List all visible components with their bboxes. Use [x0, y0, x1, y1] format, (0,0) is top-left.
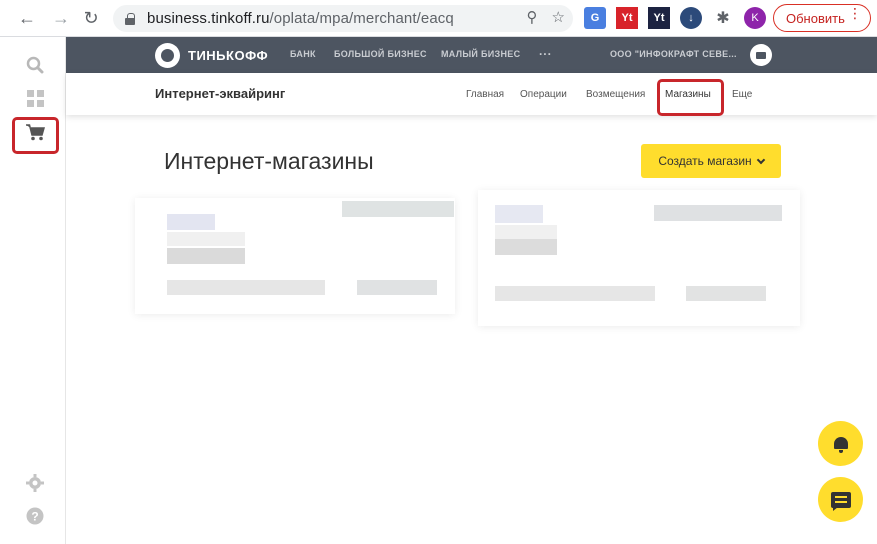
blurred-shop-id — [495, 239, 557, 255]
subnav-main[interactable]: Главная — [466, 89, 504, 100]
blurred-shop-name — [495, 205, 543, 223]
download-extension-icon[interactable]: ↓ — [680, 7, 702, 29]
briefcase-icon[interactable] — [750, 44, 772, 66]
forward-icon[interactable]: → — [46, 3, 76, 33]
search-icon[interactable] — [25, 55, 45, 75]
shops-highlight-frame — [657, 79, 724, 116]
tinkoff-logo-icon[interactable] — [155, 43, 180, 68]
blurred-shop-status — [342, 201, 454, 217]
browser-toolbar: ← → ↻ business.tinkoff.ru/oplata/mpa/mer… — [0, 0, 877, 37]
url-host: business.tinkoff.ru — [147, 10, 270, 27]
settings-gear-icon[interactable] — [25, 473, 45, 493]
update-label: Обновить — [786, 10, 845, 26]
help-icon[interactable]: ? — [25, 506, 45, 526]
subnav-reimbursements[interactable]: Возмещения — [586, 89, 645, 100]
shop-card[interactable] — [135, 198, 455, 314]
menu-dots-icon[interactable]: ⋮ — [848, 6, 862, 20]
company-name[interactable]: ООО "ИНФОКРАФТ СЕВЕ... — [610, 49, 737, 59]
shop-card[interactable] — [478, 190, 800, 326]
topnav-bank[interactable]: БАНК — [290, 49, 316, 59]
chevron-down-icon — [756, 155, 765, 164]
left-sidebar: ? — [0, 37, 66, 544]
blurred-shop-line — [495, 225, 557, 239]
blurred-shop-name — [167, 214, 215, 230]
yt-extension-dark-icon[interactable]: Yt — [648, 7, 670, 29]
notifications-button[interactable] — [818, 421, 863, 466]
chat-button[interactable] — [818, 477, 863, 522]
address-bar[interactable]: business.tinkoff.ru/oplata/mpa/merchant/… — [113, 5, 573, 32]
create-shop-button[interactable]: Создать магазин — [641, 144, 781, 178]
product-title[interactable]: Интернет-эквайринг — [155, 86, 285, 101]
blurred-shop-badges — [686, 286, 766, 301]
tinkoff-logo-text[interactable]: ТИНЬКОФФ — [188, 48, 268, 63]
url-path: /oplata/mpa/merchant/eacq — [269, 10, 454, 27]
back-icon[interactable]: ← — [12, 3, 42, 33]
blurred-shop-status — [654, 205, 782, 221]
create-shop-label: Создать магазин — [658, 154, 752, 168]
dashboard-icon[interactable] — [25, 88, 45, 108]
product-subnav: Интернет-эквайринг Главная Операции Возм… — [66, 73, 877, 116]
yt-extension-red-icon[interactable]: Yt — [616, 7, 638, 29]
star-icon[interactable]: ☆ — [552, 8, 565, 26]
topnav-more[interactable]: ··· — [539, 47, 552, 61]
chat-icon — [830, 491, 851, 511]
translate-extension-icon[interactable]: G — [584, 7, 606, 29]
zoom-icon[interactable]: ⚲ — [527, 8, 538, 26]
topnav-big-business[interactable]: БОЛЬШОЙ БИЗНЕС — [334, 49, 427, 59]
subnav-more[interactable]: Еще — [732, 89, 752, 100]
cart-highlight-frame — [12, 117, 59, 154]
blurred-shop-url — [495, 286, 655, 301]
lock-icon — [125, 12, 135, 25]
reload-icon[interactable]: ↻ — [76, 3, 106, 33]
page-title: Интернет-магазины — [164, 148, 374, 174]
blurred-shop-id — [167, 248, 245, 264]
blurred-shop-url — [167, 280, 325, 295]
topnav-small-business[interactable]: МАЛЫЙ БИЗНЕС — [441, 49, 520, 59]
tinkoff-top-bar: ТИНЬКОФФ БАНК БОЛЬШОЙ БИЗНЕС МАЛЫЙ БИЗНЕ… — [66, 37, 877, 73]
blurred-shop-badges — [357, 280, 437, 295]
url-text: business.tinkoff.ru/oplata/mpa/merchant/… — [147, 10, 454, 27]
profile-avatar[interactable]: K — [744, 7, 766, 29]
svg-text:?: ? — [31, 510, 38, 524]
extensions-puzzle-icon[interactable]: ✱ — [712, 7, 734, 29]
subnav-operations[interactable]: Операции — [520, 89, 567, 100]
blurred-shop-line — [167, 232, 245, 246]
update-button[interactable]: Обновить ⋮ — [773, 4, 871, 32]
bell-icon — [833, 436, 849, 453]
